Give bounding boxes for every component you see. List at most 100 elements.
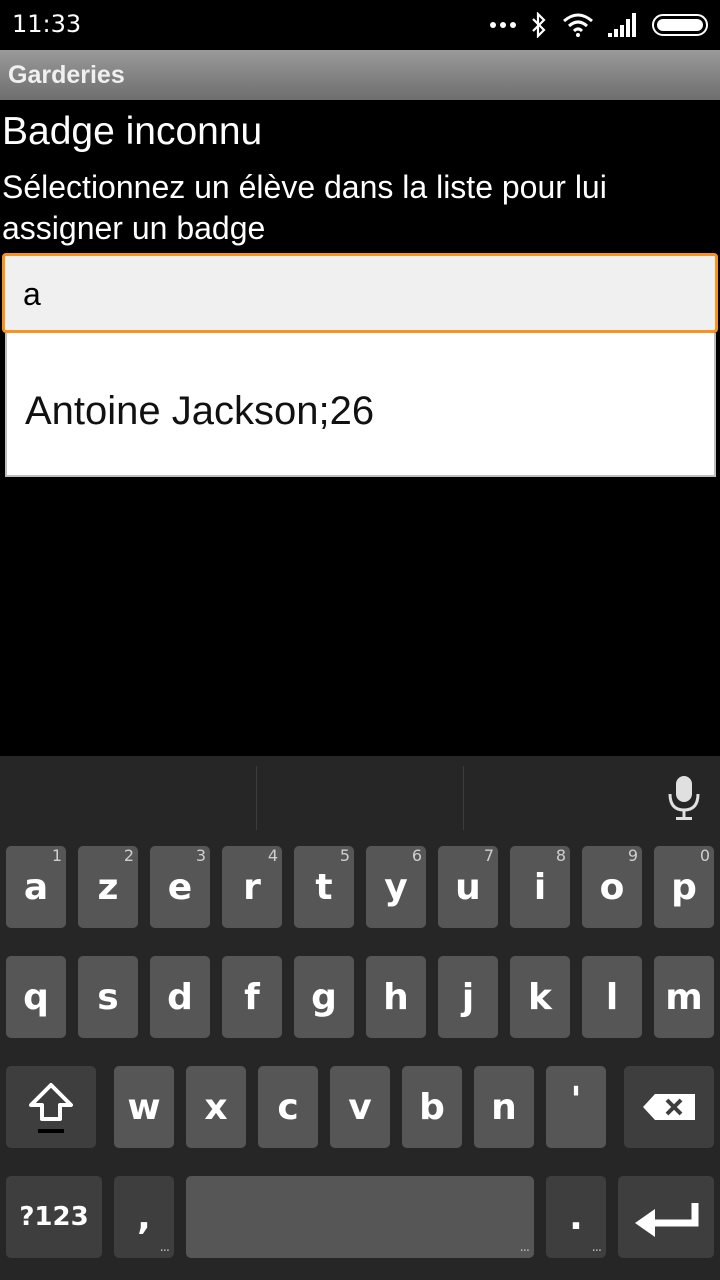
key-more: ...	[591, 1240, 602, 1255]
key-label: ,	[137, 1196, 151, 1238]
bluetooth-icon	[532, 12, 546, 38]
key-hint: 0	[699, 846, 710, 865]
key-label: .	[569, 1196, 583, 1238]
key-i[interactable]: i8	[510, 846, 570, 928]
key-x[interactable]: x	[186, 1066, 246, 1148]
student-search-input[interactable]	[23, 274, 683, 314]
key-label: p	[671, 866, 697, 908]
key-d[interactable]: d	[150, 956, 210, 1038]
key-hint: 9	[627, 846, 638, 865]
battery-icon	[652, 14, 708, 36]
key-y[interactable]: y6	[366, 846, 426, 928]
key-hint: 1	[51, 846, 62, 865]
key-a[interactable]: a1	[6, 846, 66, 928]
key-c[interactable]: c	[258, 1066, 318, 1148]
backspace-key[interactable]	[624, 1066, 714, 1148]
key-label: a	[23, 866, 49, 908]
status-time: 11:33	[12, 10, 82, 38]
key-hint: 4	[267, 846, 278, 865]
key-label: s	[97, 976, 119, 1018]
key-h[interactable]: h	[366, 956, 426, 1038]
key-label: t	[315, 866, 333, 908]
key-b[interactable]: b	[402, 1066, 462, 1148]
key-u[interactable]: u7	[438, 846, 498, 928]
autocomplete-dropdown: Antoine Jackson;26	[5, 333, 716, 477]
key-more: ...	[159, 1240, 170, 1255]
student-search-field[interactable]	[2, 253, 718, 333]
key-label: v	[348, 1086, 372, 1128]
key-hint: 7	[483, 846, 494, 865]
divider	[256, 766, 257, 830]
key-label: c	[277, 1086, 299, 1128]
shift-icon	[29, 1083, 73, 1133]
key-k[interactable]: k	[510, 956, 570, 1038]
signal-icon	[608, 13, 636, 37]
key-label: z	[97, 866, 119, 908]
key-w[interactable]: w	[114, 1066, 174, 1148]
key-label: g	[311, 976, 337, 1018]
app-title: Garderies	[8, 61, 125, 89]
enter-icon	[635, 1203, 699, 1237]
divider	[463, 766, 464, 830]
key-label: e	[167, 866, 193, 908]
key-label: n	[491, 1086, 517, 1128]
key-label: q	[23, 976, 49, 1018]
key-v[interactable]: v	[330, 1066, 390, 1148]
key-label: l	[605, 976, 619, 1018]
key-label: o	[599, 866, 625, 908]
key-n[interactable]: n	[474, 1066, 534, 1148]
key-label: x	[204, 1086, 228, 1128]
shift-key[interactable]	[6, 1066, 96, 1148]
key-apostrophe[interactable]: '	[546, 1066, 606, 1148]
wifi-icon	[563, 13, 593, 37]
key-l[interactable]: l	[582, 956, 642, 1038]
key-r[interactable]: r4	[222, 846, 282, 928]
key-label: j	[461, 976, 475, 1018]
space-bar[interactable]: ...	[186, 1176, 534, 1258]
key-label: f	[244, 976, 260, 1018]
key-j[interactable]: j	[438, 956, 498, 1038]
title-bar: Garderies	[0, 50, 720, 100]
key-hint: 6	[411, 846, 422, 865]
period-key[interactable]: ....	[546, 1176, 606, 1258]
key-hint: 3	[195, 846, 206, 865]
status-icons	[490, 10, 708, 40]
key-label: m	[665, 976, 703, 1018]
key-label: b	[419, 1086, 445, 1128]
key-z[interactable]: z2	[78, 846, 138, 928]
key-label: '	[570, 1080, 582, 1121]
suggestion-item[interactable]: Antoine Jackson;26	[25, 389, 374, 434]
mic-icon[interactable]	[664, 774, 704, 822]
page-heading: Badge inconnu	[2, 110, 263, 153]
key-g[interactable]: g	[294, 956, 354, 1038]
key-m[interactable]: m	[654, 956, 714, 1038]
symbols-key[interactable]: ?123	[6, 1176, 102, 1258]
key-hint: 8	[555, 846, 566, 865]
key-label: y	[384, 866, 408, 908]
key-q[interactable]: q	[6, 956, 66, 1038]
key-more: ...	[519, 1240, 530, 1255]
key-s[interactable]: s	[78, 956, 138, 1038]
key-p[interactable]: p0	[654, 846, 714, 928]
key-label: u	[455, 866, 481, 908]
comma-key[interactable]: ,...	[114, 1176, 174, 1258]
key-label: r	[243, 866, 261, 908]
soft-keyboard: a1 z2 e3 r4 t5 y6 u7 i8 o9 p0 q s d f g …	[0, 756, 720, 1280]
key-hint: 2	[123, 846, 134, 865]
key-f[interactable]: f	[222, 956, 282, 1038]
key-hint: 5	[339, 846, 350, 865]
key-label: i	[533, 866, 547, 908]
key-label: d	[167, 976, 193, 1018]
suggestion-strip	[0, 756, 720, 836]
key-t[interactable]: t5	[294, 846, 354, 928]
key-label: w	[127, 1086, 161, 1128]
more-dots-icon	[490, 22, 516, 28]
status-bar: 11:33	[0, 0, 720, 50]
enter-key[interactable]	[618, 1176, 714, 1258]
key-label: h	[383, 976, 409, 1018]
key-label: ?123	[19, 1202, 89, 1232]
instructions-text: Sélectionnez un élève dans la liste pour…	[2, 169, 607, 246]
key-e[interactable]: e3	[150, 846, 210, 928]
key-o[interactable]: o9	[582, 846, 642, 928]
backspace-icon	[643, 1094, 695, 1120]
